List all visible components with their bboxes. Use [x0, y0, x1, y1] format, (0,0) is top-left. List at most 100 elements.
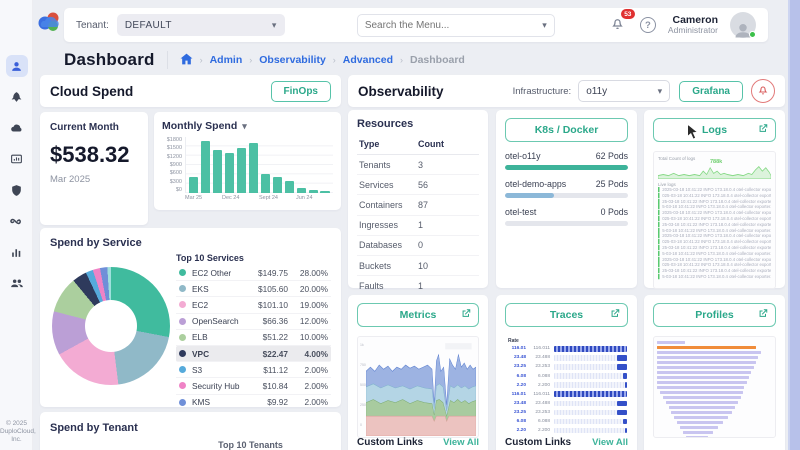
table-row: Faults1: [357, 276, 479, 296]
alerts-button[interactable]: [751, 79, 775, 103]
table-row: Tenants3: [357, 155, 479, 175]
spend-by-tenant-card: Spend by Tenant Top 10 Tenants: [40, 412, 341, 450]
resources-col-type: Type: [359, 139, 418, 149]
top-header: Tenant: DEFAULT ▾ ▾ 53 ? Cameron Adminis…: [64, 8, 768, 42]
metrics-area-chart: [366, 340, 476, 436]
tenant-select[interactable]: DEFAULT ▾: [117, 14, 285, 36]
service-name: Security Hub: [192, 381, 244, 391]
sidebar-item-security[interactable]: [6, 179, 28, 201]
progress-bar: [505, 165, 628, 170]
profiles-flamegraph-preview: [653, 336, 776, 438]
service-legend-row[interactable]: EC2 Other $149.75 28.00%: [176, 265, 331, 281]
bar: [213, 150, 222, 193]
page-title: Dashboard: [64, 50, 155, 70]
chevron-down-icon: ▾: [658, 86, 663, 97]
user-info[interactable]: Cameron Administrator: [668, 14, 718, 36]
progress-bar: [505, 221, 628, 226]
breadcrumb-link-admin[interactable]: Admin: [210, 54, 243, 66]
profiles-button[interactable]: Profiles: [653, 303, 776, 327]
metrics-button[interactable]: Metrics: [357, 303, 479, 327]
k8s-tenant-row[interactable]: otel-o11y 62 Pods: [505, 151, 628, 170]
cloud-icon: [10, 121, 24, 135]
menu-search[interactable]: ▾: [357, 14, 555, 37]
service-name: VPC: [192, 349, 244, 359]
table-row: Databases0: [357, 236, 479, 256]
sidebar-item-dashboard[interactable]: [6, 148, 28, 170]
service-name: S3: [192, 365, 244, 375]
tenant-value: DEFAULT: [125, 20, 172, 31]
breadcrumb-link-observability[interactable]: Observability: [259, 54, 326, 66]
service-amount: $11.12: [244, 365, 288, 375]
chevron-down-icon: ▾: [272, 20, 277, 31]
bar: [320, 191, 329, 193]
x-axis-ticks: Mar 25Dec 24Sept 24Jun 24: [185, 195, 333, 201]
service-name: EC2 Other: [192, 268, 244, 278]
tenant-legend-title: Top 10 Tenants: [50, 440, 331, 450]
legend-dot: [179, 366, 186, 373]
monthly-spend-card: Monthly Spend ▾ $1800$1500$1200$900$600$…: [154, 112, 341, 210]
custom-links-label: Custom Links: [505, 437, 571, 448]
notifications-button[interactable]: 53: [608, 15, 628, 35]
service-amount: $101.10: [244, 300, 288, 310]
bar: [237, 148, 246, 193]
progress-bar: [505, 193, 628, 198]
trace-row: 23.4823.488: [506, 401, 627, 407]
resources-col-count: Count: [418, 139, 477, 149]
metrics-card: Metrics 1k7505002500 Custom Links View A…: [348, 295, 488, 450]
k8s-tenant-row[interactable]: otel-demo-apps 25 Pods: [505, 179, 628, 198]
log-line: ▌ 025-03-18 10:41:22 INFO 173.18.0.4 ote…: [658, 216, 771, 222]
k8s-docker-button[interactable]: K8s / Docker: [505, 118, 628, 142]
legend-dot: [179, 318, 186, 325]
sidebar: © 2025 DuploCloud, Inc.: [0, 0, 33, 450]
breadcrumb-link-advanced[interactable]: Advanced: [343, 54, 393, 66]
legend-dot: [179, 350, 186, 357]
flamegraph-line: [683, 431, 713, 434]
view-all-link[interactable]: View All: [443, 437, 479, 448]
service-name: KMS: [192, 397, 244, 407]
resources-title: Resources: [357, 118, 479, 130]
bar: [201, 141, 210, 193]
service-legend-row[interactable]: ELB $51.22 10.00%: [176, 330, 331, 346]
dashboard-icon: [10, 153, 23, 166]
logs-button[interactable]: Logs: [653, 118, 776, 142]
finops-button[interactable]: FinOps: [271, 81, 331, 102]
service-legend-row[interactable]: EKS $105.60 20.00%: [176, 281, 331, 297]
flamegraph-line: [663, 396, 741, 399]
spend-by-service-donut-chart[interactable]: [52, 267, 170, 385]
view-all-link[interactable]: View All: [592, 437, 628, 448]
pod-count: 62 Pods: [596, 151, 628, 161]
service-legend-row[interactable]: OpenSearch $66.36 12.00%: [176, 314, 331, 330]
sidebar-item-users[interactable]: [6, 272, 28, 294]
current-month-period: Mar 2025: [50, 174, 138, 185]
sidebar-item-rocket[interactable]: [6, 86, 28, 108]
avatar[interactable]: [730, 12, 756, 38]
legend-dot: [179, 269, 186, 276]
home-icon[interactable]: [180, 53, 193, 68]
k8s-tenant-row[interactable]: otel-test 0 Pods: [505, 207, 628, 226]
bar: [261, 174, 270, 193]
search-input[interactable]: [365, 20, 542, 31]
infrastructure-select[interactable]: o11y ▾: [578, 80, 670, 102]
bar: [249, 143, 258, 193]
flamegraph-line: [671, 411, 732, 414]
sidebar-item-cloud[interactable]: [6, 117, 28, 139]
flamegraph-line: [657, 386, 744, 389]
tenant-name: otel-test: [505, 207, 536, 217]
service-legend-row[interactable]: KMS $9.92 2.00%: [176, 395, 331, 408]
sidebar-item-metrics[interactable]: [6, 241, 28, 263]
legend-dot: [179, 285, 186, 292]
service-legend-row[interactable]: S3 $11.12 2.00%: [176, 362, 331, 378]
service-legend: EC2 Other $149.75 28.00% EKS $105.60 20.…: [176, 265, 331, 407]
monthly-spend-title: Monthly Spend: [162, 120, 237, 132]
chevron-down-icon[interactable]: ▾: [242, 121, 247, 132]
service-legend-row[interactable]: VPC $22.47 4.00%: [176, 346, 331, 362]
grafana-button[interactable]: Grafana: [679, 81, 743, 102]
service-legend-row[interactable]: EC2 $101.10 19.00%: [176, 297, 331, 313]
bar: [309, 190, 318, 193]
sidebar-item-user[interactable]: [6, 55, 28, 77]
service-legend-row[interactable]: Security Hub $10.84 2.00%: [176, 378, 331, 394]
sidebar-item-cicd[interactable]: [6, 210, 28, 232]
help-button[interactable]: ?: [640, 17, 656, 33]
duplocloud-logo[interactable]: [36, 9, 63, 34]
traces-button[interactable]: Traces: [505, 303, 628, 327]
